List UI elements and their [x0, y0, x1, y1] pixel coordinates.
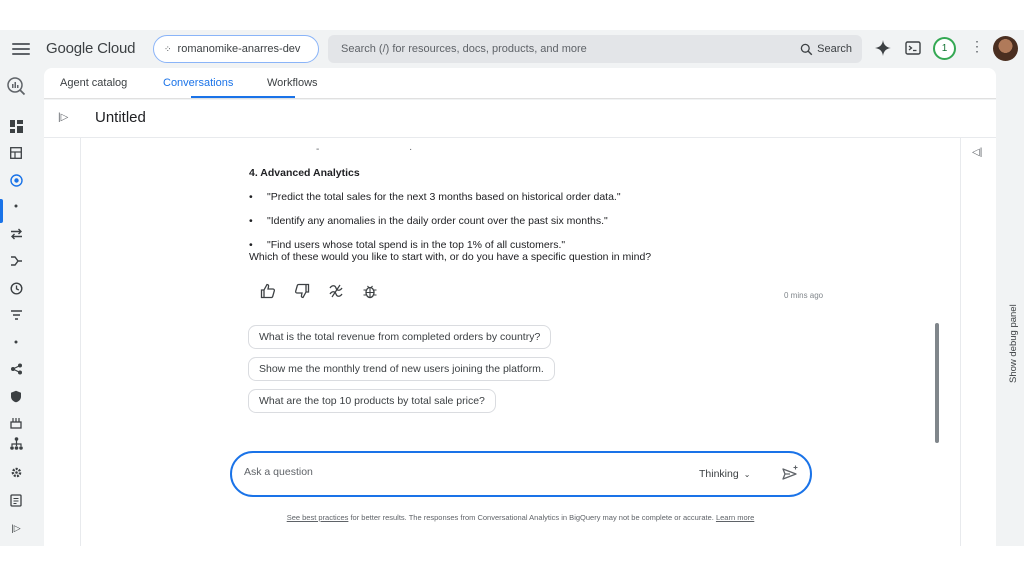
list-item: • "Find users whose total spend is in the…: [249, 239, 565, 251]
regenerate-icon[interactable]: [325, 280, 347, 302]
mode-select-label: Thinking: [699, 468, 739, 480]
history-icon[interactable]: [8, 280, 24, 296]
suggestion-chip[interactable]: What are the top 10 products by total sa…: [248, 389, 496, 413]
ask-question-input[interactable]: [244, 466, 664, 478]
avatar[interactable]: [993, 36, 1018, 61]
chat-area: - · 4. Advanced Analytics • "Predict the …: [81, 138, 960, 546]
collapse-right-panel-icon[interactable]: ◁|: [972, 147, 982, 158]
list-item-text: "Identify any anomalies in the daily ord…: [267, 215, 608, 227]
tab-agent-catalog[interactable]: Agent catalog: [60, 77, 127, 89]
chevron-down-icon: ⌄: [743, 469, 751, 479]
left-nav-rail: |▷: [0, 68, 32, 546]
transfer-icon[interactable]: [8, 226, 24, 242]
gemini-sparkle-icon[interactable]: [875, 40, 891, 56]
learn-more-link[interactable]: Learn more: [716, 513, 754, 522]
mode-select[interactable]: Thinking ⌄: [699, 468, 750, 480]
tab-bar: Agent catalog Conversations Workflows: [44, 68, 996, 99]
list-item: • "Predict the total sales for the next 3…: [249, 191, 621, 203]
tab-conversations[interactable]: Conversations: [163, 77, 233, 89]
send-icon[interactable]: [781, 465, 799, 483]
response-heading: 4. Advanced Analytics: [249, 167, 360, 179]
cloud-shell-icon[interactable]: [905, 40, 921, 56]
expand-left-panel-icon[interactable]: |▷: [58, 112, 68, 123]
message-timestamp: 0 mins ago: [784, 291, 824, 300]
suggestion-chip[interactable]: What is the total revenue from completed…: [248, 325, 552, 349]
notifications-badge[interactable]: 1: [933, 37, 956, 60]
workspace: |▷ Untitled ◁| - · 4. Advanced Analytics…: [44, 100, 996, 546]
list-item: • "Identify any anomalies in the daily or…: [249, 215, 608, 227]
project-icon: ⁘: [164, 43, 171, 54]
tab-workflows[interactable]: Workflows: [267, 77, 318, 89]
conversations-icon[interactable]: [8, 172, 24, 188]
project-picker[interactable]: ⁘ romanomike-anarres-dev: [153, 35, 319, 63]
search-button-label: Search: [817, 43, 852, 55]
project-name: romanomike-anarres-dev: [177, 43, 301, 55]
more-options-icon[interactable]: ⋮: [970, 39, 984, 53]
rail-active-indicator: [0, 199, 3, 223]
question-composer: Thinking ⌄: [230, 451, 812, 497]
search-bar[interactable]: Search (/) for resources, docs, products…: [328, 35, 862, 63]
dashboard-icon[interactable]: [8, 118, 24, 134]
dot-icon: [8, 334, 24, 350]
app-window: Google Cloud ⁘ romanomike-anarres-dev Se…: [0, 30, 1024, 546]
dot-icon: [8, 198, 24, 214]
thumbs-up-icon[interactable]: [257, 280, 279, 302]
suggestion-chip[interactable]: Show me the monthly trend of new users j…: [248, 357, 555, 381]
bullet-icon: •: [249, 215, 253, 227]
release-notes-icon[interactable]: [8, 492, 24, 508]
table-icon[interactable]: [8, 145, 24, 161]
bigquery-icon[interactable]: [6, 76, 26, 96]
chat-scrollbar[interactable]: [935, 323, 939, 443]
security-icon[interactable]: [8, 388, 24, 404]
best-practices-link[interactable]: See best practices: [287, 513, 349, 522]
left-panel-collapsed: [44, 138, 81, 546]
debug-panel-label: Show debug panel: [1008, 304, 1019, 383]
disclaimer-text: for better results. The responses from C…: [348, 513, 716, 522]
sharing-icon[interactable]: [8, 361, 24, 377]
response-closing: Which of these would you like to start w…: [249, 251, 652, 263]
truncated-text-fragment: ·: [409, 144, 413, 155]
feedback-toolbar: [257, 280, 381, 302]
filter-icon[interactable]: [8, 307, 24, 323]
report-bug-icon[interactable]: [359, 280, 381, 302]
thumbs-down-icon[interactable]: [291, 280, 313, 302]
active-tab-indicator: [191, 96, 295, 98]
search-icon: [800, 43, 813, 55]
search-button[interactable]: Search: [800, 43, 862, 56]
hierarchy-icon[interactable]: [8, 435, 24, 451]
truncated-text-fragment: -: [316, 144, 320, 155]
list-item-text: "Predict the total sales for the next 3 …: [267, 191, 621, 203]
migration-icon[interactable]: [8, 415, 24, 431]
google-cloud-logo[interactable]: Google Cloud: [46, 40, 136, 57]
right-panel-collapsed: [960, 138, 996, 546]
bullet-icon: •: [249, 191, 253, 203]
menu-icon[interactable]: [12, 40, 30, 58]
top-bar: Google Cloud ⁘ romanomike-anarres-dev Se…: [0, 30, 1024, 68]
debug-panel-toggle[interactable]: Show debug panel: [1003, 304, 1023, 445]
settings-icon[interactable]: [8, 464, 24, 480]
title-row: |▷ Untitled: [44, 100, 996, 138]
list-item-text: "Find users whose total spend is in the …: [267, 239, 566, 251]
expand-rail-icon[interactable]: |▷: [8, 520, 24, 536]
page-title[interactable]: Untitled: [95, 109, 146, 126]
bullet-icon: •: [249, 239, 253, 251]
disclaimer: See best practices for better results. T…: [81, 513, 960, 522]
search-input[interactable]: Search (/) for resources, docs, products…: [328, 43, 800, 55]
pipeline-icon[interactable]: [8, 253, 24, 269]
